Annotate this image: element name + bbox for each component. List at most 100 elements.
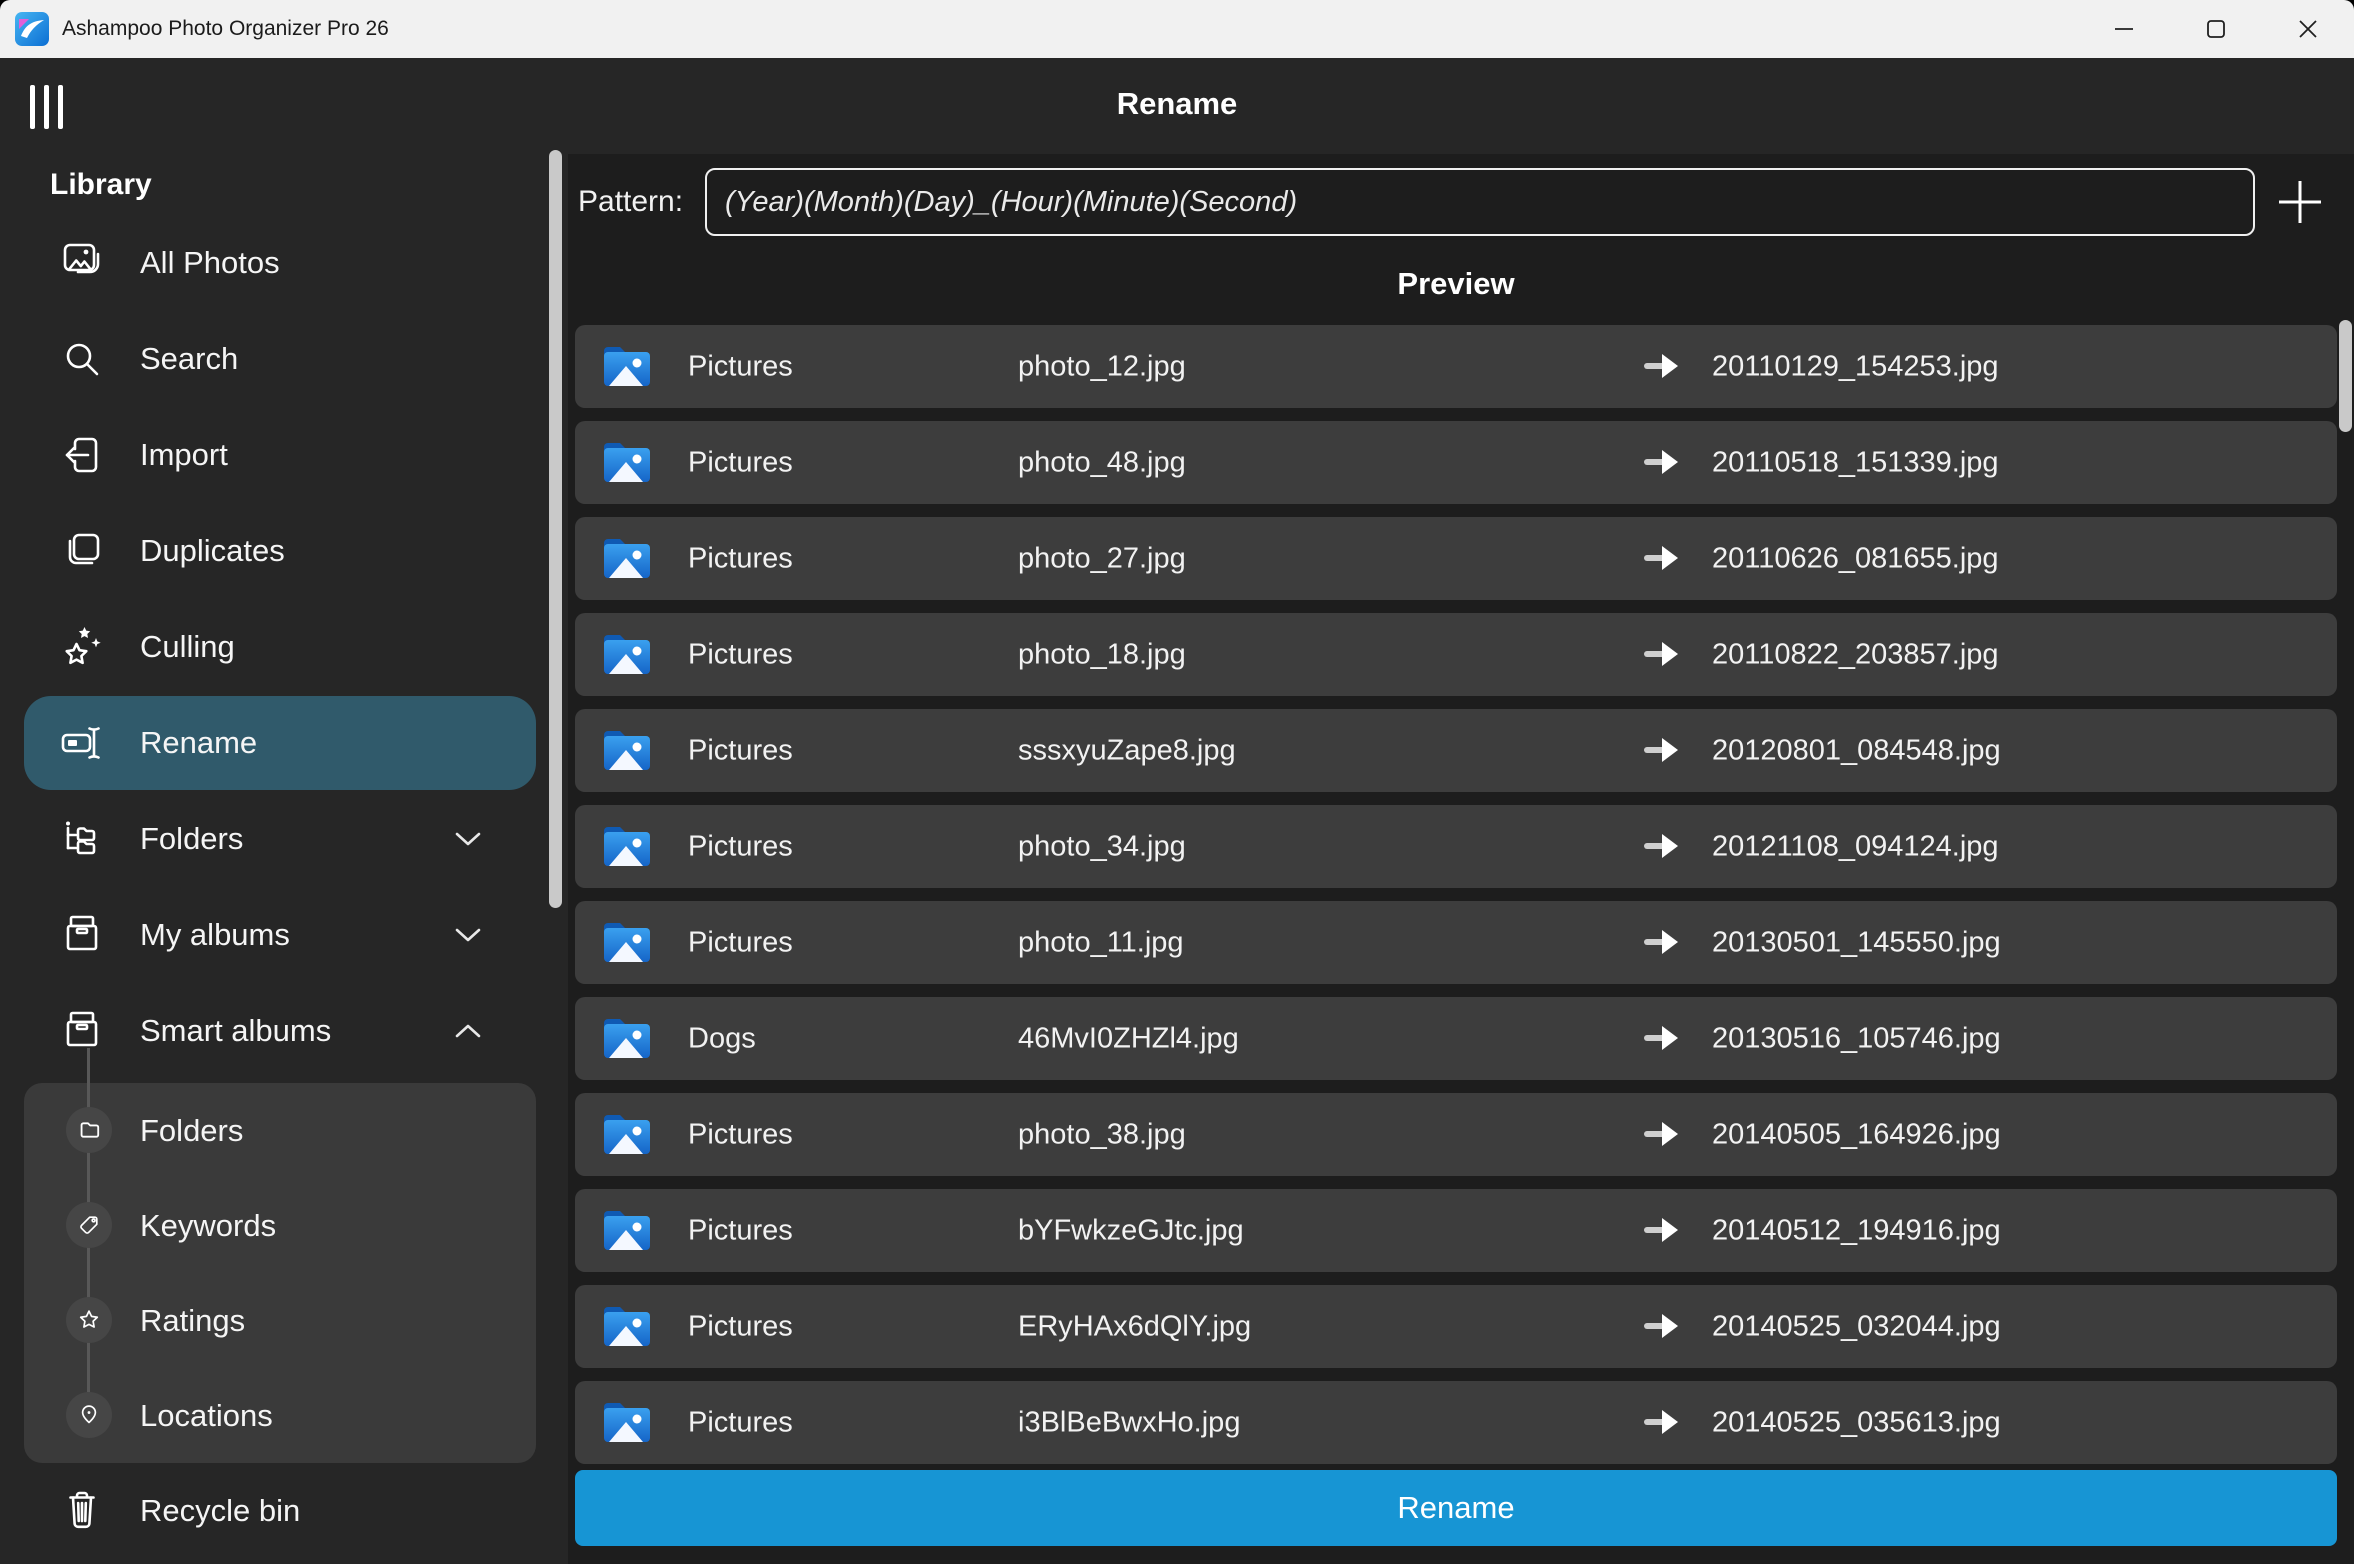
sidebar-subitem-folders[interactable]: Folders — [24, 1083, 536, 1178]
row-original-name: i3BlBeBwxHo.jpg — [1018, 1406, 1240, 1439]
add-pattern-button[interactable] — [2276, 178, 2324, 226]
folder-icon — [599, 1394, 655, 1450]
folder-tree-icon — [58, 815, 106, 863]
sidebar-subitem-label: Ratings — [140, 1303, 245, 1339]
library-section-label: Library — [50, 168, 152, 202]
preview-row[interactable]: Pictures photo_11.jpg 20130501_145550.jp… — [575, 901, 2337, 984]
preview-row[interactable]: Pictures photo_34.jpg 20121108_094124.jp… — [575, 805, 2337, 888]
row-folder-name: Pictures — [688, 734, 793, 767]
row-folder-name: Dogs — [688, 1022, 756, 1055]
arrow-right-icon — [1641, 829, 1681, 863]
row-original-name: photo_18.jpg — [1018, 638, 1186, 671]
culling-icon — [58, 623, 106, 671]
pattern-input[interactable] — [705, 168, 2255, 236]
row-original-name: bYFwkzeGJtc.jpg — [1018, 1214, 1244, 1247]
sidebar-item-folders[interactable]: Folders — [0, 791, 568, 887]
sidebar-subitem-ratings[interactable]: Ratings — [24, 1273, 536, 1368]
row-renamed-name: 20110626_081655.jpg — [1712, 542, 1999, 575]
folder-icon — [599, 1106, 655, 1162]
preview-title: Preview — [575, 266, 2337, 302]
preview-row[interactable]: Pictures photo_18.jpg 20110822_203857.jp… — [575, 613, 2337, 696]
menu-toggle-button[interactable] — [30, 85, 63, 129]
folder-icon — [599, 818, 655, 874]
sidebar-item-recycle-bin[interactable]: Recycle bin — [0, 1463, 568, 1559]
sidebar-scrollbar-thumb[interactable] — [549, 150, 562, 908]
row-original-name: photo_34.jpg — [1018, 830, 1186, 863]
row-renamed-name: 20140505_164926.jpg — [1712, 1118, 2001, 1151]
preview-row[interactable]: Pictures photo_38.jpg 20140505_164926.jp… — [575, 1093, 2337, 1176]
sidebar-item-label: Rename — [140, 725, 257, 761]
row-renamed-name: 20140512_194916.jpg — [1712, 1214, 2001, 1247]
row-original-name: photo_38.jpg — [1018, 1118, 1186, 1151]
sidebar-item-search[interactable]: Search — [0, 311, 568, 407]
sidebar-item-label: Culling — [140, 629, 235, 665]
arrow-right-icon — [1641, 1117, 1681, 1151]
row-renamed-name: 20110518_151339.jpg — [1712, 446, 1999, 479]
folder-icon — [599, 1202, 655, 1258]
preview-row[interactable]: Pictures sssxyuZape8.jpg 20120801_084548… — [575, 709, 2337, 792]
folder-icon — [599, 1298, 655, 1354]
window-title: Ashampoo Photo Organizer Pro 26 — [62, 17, 389, 41]
sidebar-item-label: Import — [140, 437, 228, 473]
sidebar-item-label: Recycle bin — [140, 1493, 300, 1529]
sidebar-item-my-albums[interactable]: My albums — [0, 887, 568, 983]
maximize-button[interactable] — [2170, 0, 2262, 58]
arrow-right-icon — [1641, 541, 1681, 575]
sidebar-item-rename[interactable]: Rename — [0, 695, 568, 791]
row-renamed-name: 20140525_032044.jpg — [1712, 1310, 2001, 1343]
titlebar: Ashampoo Photo Organizer Pro 26 — [0, 0, 2354, 58]
preview-row[interactable]: Pictures photo_12.jpg 20110129_154253.jp… — [575, 325, 2337, 408]
folder-icon — [599, 626, 655, 682]
sidebar-item-import[interactable]: Import — [0, 407, 568, 503]
preview-row[interactable]: Pictures photo_48.jpg 20110518_151339.jp… — [575, 421, 2337, 504]
arrow-right-icon — [1641, 445, 1681, 479]
preview-row[interactable]: Pictures bYFwkzeGJtc.jpg 20140512_194916… — [575, 1189, 2337, 1272]
search-icon — [58, 335, 106, 383]
chevron-down-icon — [450, 923, 486, 947]
row-original-name: photo_27.jpg — [1018, 542, 1186, 575]
preview-row[interactable]: Pictures i3BlBeBwxHo.jpg 20140525_035613… — [575, 1381, 2337, 1464]
row-folder-name: Pictures — [688, 638, 793, 671]
sidebar-item-duplicates[interactable]: Duplicates — [0, 503, 568, 599]
albums-icon — [58, 1007, 106, 1055]
sidebar-item-all-photos[interactable]: All Photos — [0, 215, 568, 311]
albums-icon — [58, 911, 106, 959]
import-icon — [58, 431, 106, 479]
row-original-name: photo_12.jpg — [1018, 350, 1186, 383]
preview-row[interactable]: Pictures ERyHAx6dQlY.jpg 20140525_032044… — [575, 1285, 2337, 1368]
rename-button[interactable]: Rename — [575, 1470, 2337, 1546]
row-original-name: 46MvI0ZHZl4.jpg — [1018, 1022, 1239, 1055]
row-original-name: ERyHAx6dQlY.jpg — [1018, 1310, 1251, 1343]
rename-panel: Pattern: Preview Pictures photo_12.jpg 2… — [568, 154, 2354, 1564]
trash-icon — [58, 1487, 106, 1535]
sidebar-item-culling[interactable]: Culling — [0, 599, 568, 695]
preview-row[interactable]: Dogs 46MvI0ZHZl4.jpg 20130516_105746.jpg — [575, 997, 2337, 1080]
row-folder-name: Pictures — [688, 1406, 793, 1439]
minimize-button[interactable] — [2078, 0, 2170, 58]
folder-icon — [599, 1010, 655, 1066]
sidebar-subitem-locations[interactable]: Locations — [24, 1368, 536, 1463]
sidebar-item-smart-albums[interactable]: Smart albums — [0, 983, 568, 1079]
arrow-right-icon — [1641, 349, 1681, 383]
pattern-label: Pattern: — [578, 185, 683, 219]
arrow-right-icon — [1641, 1021, 1681, 1055]
duplicates-icon — [58, 527, 106, 575]
folder-icon — [599, 722, 655, 778]
arrow-right-icon — [1641, 1405, 1681, 1439]
close-button[interactable] — [2262, 0, 2354, 58]
preview-row[interactable]: Pictures photo_27.jpg 20110626_081655.jp… — [575, 517, 2337, 600]
row-renamed-name: 20121108_094124.jpg — [1712, 830, 1999, 863]
row-folder-name: Pictures — [688, 1118, 793, 1151]
smart-albums-list: Folders Keywords Ratings Locations — [24, 1083, 536, 1463]
list-scrollbar-thumb[interactable] — [2339, 320, 2352, 432]
folder-icon — [599, 530, 655, 586]
sidebar-subitem-keywords[interactable]: Keywords — [24, 1178, 536, 1273]
sidebar-subitem-label: Folders — [140, 1113, 243, 1149]
row-folder-name: Pictures — [688, 1214, 793, 1247]
sidebar-subitem-label: Locations — [140, 1398, 273, 1434]
row-original-name: photo_48.jpg — [1018, 446, 1186, 479]
rename-icon — [58, 719, 106, 767]
folder-icon — [599, 914, 655, 970]
app-window: Ashampoo Photo Organizer Pro 26 Rename L… — [0, 0, 2354, 1564]
row-renamed-name: 20110129_154253.jpg — [1712, 350, 1999, 383]
